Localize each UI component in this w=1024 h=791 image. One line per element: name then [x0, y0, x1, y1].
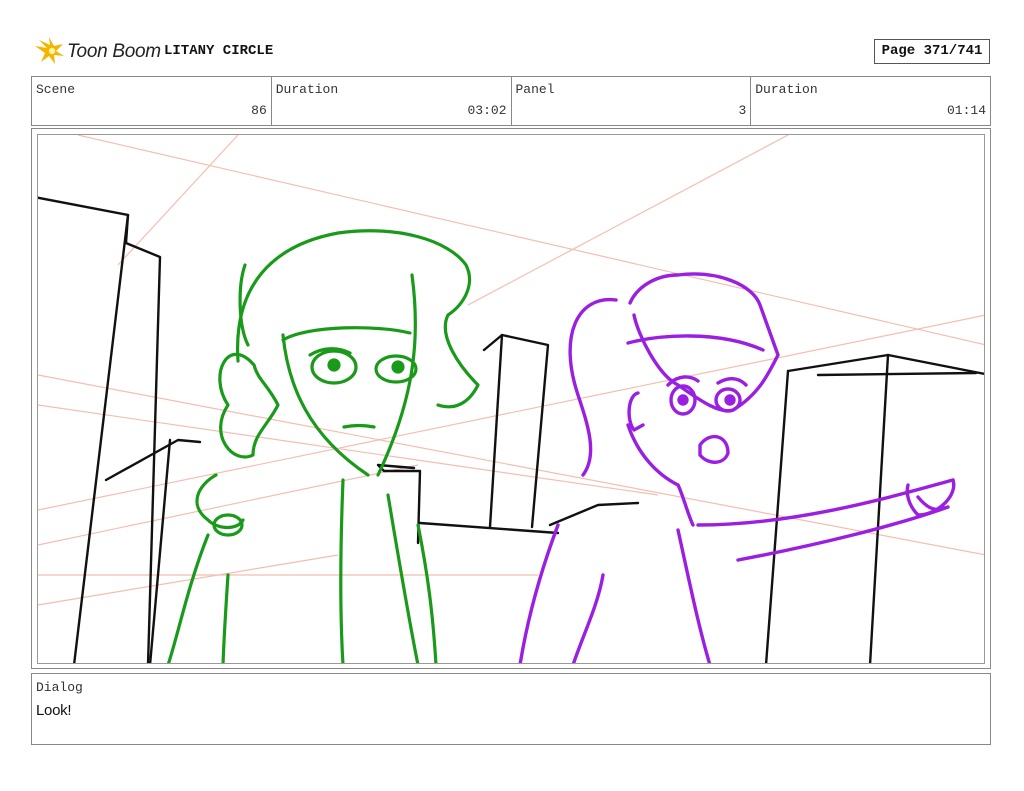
panel-duration-cell: Duration 01:14 — [751, 77, 990, 125]
scene-duration-value: 03:02 — [467, 103, 507, 118]
toon-boom-logo: Toon Boom — [33, 36, 161, 68]
character-left-sketch — [166, 229, 480, 663]
panel-value: 3 — [738, 103, 747, 118]
panel-cell: Panel 3 — [512, 77, 752, 125]
scene-duration-label: Duration — [275, 82, 339, 97]
background-buildings — [38, 196, 984, 663]
scene-info-row: Scene 86 Duration 03:02 Panel 3 Duration… — [31, 76, 991, 126]
scene-label: Scene — [36, 82, 76, 97]
scene-duration-cell: Duration 03:02 — [272, 77, 512, 125]
storyboard-panel — [37, 134, 985, 664]
page-indicator: Page 371/741 — [874, 39, 990, 64]
character-right-sketch — [518, 272, 956, 663]
perspective-guides — [38, 135, 984, 606]
logo-star-icon — [35, 37, 64, 64]
panel-sketch — [38, 135, 984, 663]
dialog-label: Dialog — [36, 680, 83, 695]
panel-duration-value: 01:14 — [946, 103, 986, 118]
dialog-text: Look! — [36, 702, 72, 719]
logo-text: Toon Boom — [67, 41, 161, 62]
scene-cell: Scene 86 — [32, 77, 272, 125]
project-title: LITANY CIRCLE — [164, 43, 274, 59]
scene-value: 86 — [251, 103, 267, 118]
dialog-box: Dialog Look! — [31, 673, 991, 745]
panel-label: Panel — [515, 82, 555, 97]
panel-duration-label: Duration — [755, 82, 818, 97]
